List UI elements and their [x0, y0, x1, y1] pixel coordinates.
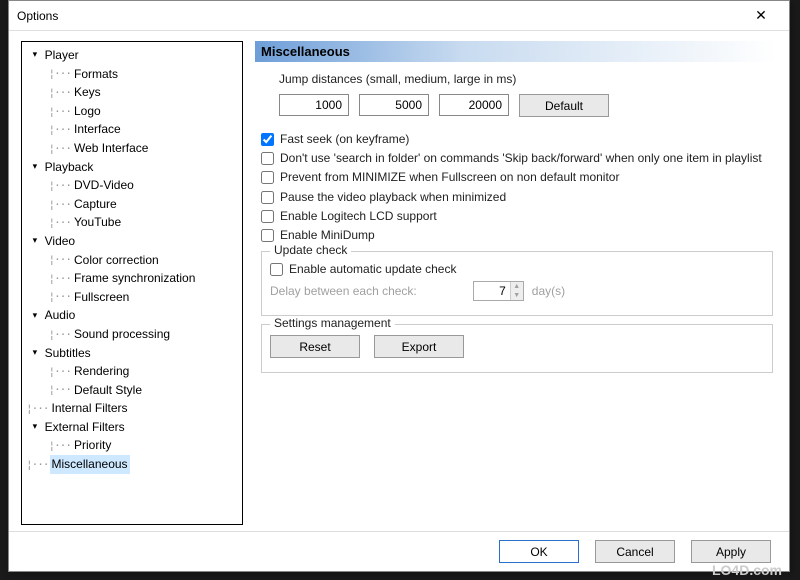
tree-rendering[interactable]: ¦···Rendering — [24, 362, 240, 381]
logitech-label: Enable Logitech LCD support — [280, 208, 437, 224]
tree-player[interactable]: ▾Player — [24, 46, 240, 65]
tree-capture[interactable]: ¦···Capture — [24, 195, 240, 214]
pause-checkbox[interactable] — [261, 191, 274, 204]
autoupdate-checkbox[interactable] — [270, 263, 283, 276]
pause-label: Pause the video playback when minimized — [280, 189, 506, 205]
settings-fieldset: Settings management Reset Export — [261, 324, 773, 373]
tree-defstyle[interactable]: ¦···Default Style — [24, 381, 240, 400]
fastseek-label: Fast seek (on keyframe) — [280, 131, 409, 147]
tree-dvd[interactable]: ¦···DVD-Video — [24, 176, 240, 195]
minidump-checkbox[interactable] — [261, 229, 274, 242]
settings-legend: Settings management — [270, 316, 395, 330]
tree-misc[interactable]: ¦···Miscellaneous — [24, 455, 240, 474]
options-dialog: Options ✕ ▾Player ¦···Formats ¦···Keys ¦… — [8, 0, 790, 572]
reset-button[interactable]: Reset — [270, 335, 360, 358]
section-title: Miscellaneous — [255, 41, 777, 62]
jump-large-input[interactable] — [439, 94, 509, 116]
ok-button[interactable]: OK — [499, 540, 579, 563]
dialog-footer: OK Cancel Apply — [9, 531, 789, 571]
jump-label: Jump distances (small, medium, large in … — [279, 72, 773, 86]
update-fieldset: Update check Enable automatic update che… — [261, 251, 773, 316]
nosearch-checkbox[interactable] — [261, 152, 274, 165]
prevent-checkbox[interactable] — [261, 171, 274, 184]
apply-button[interactable]: Apply — [691, 540, 771, 563]
tree-subtitles[interactable]: ▾Subtitles — [24, 344, 240, 363]
tree-color[interactable]: ¦···Color correction — [24, 251, 240, 270]
tree-priority[interactable]: ¦···Priority — [24, 436, 240, 455]
settings-panel: Miscellaneous Jump distances (small, med… — [255, 41, 777, 525]
tree-web-interface[interactable]: ¦···Web Interface — [24, 139, 240, 158]
minidump-label: Enable MiniDump — [280, 227, 375, 243]
window-title: Options — [17, 9, 741, 23]
jump-medium-input[interactable] — [359, 94, 429, 116]
jump-default-button[interactable]: Default — [519, 94, 609, 117]
tree-interface[interactable]: ¦···Interface — [24, 120, 240, 139]
panel-content: Jump distances (small, medium, large in … — [255, 62, 777, 377]
logitech-checkbox[interactable] — [261, 210, 274, 223]
delay-spinner[interactable]: ▲▼ — [473, 281, 524, 301]
delay-label: Delay between each check: — [270, 284, 417, 298]
tree-internal[interactable]: ¦···Internal Filters — [24, 399, 240, 418]
delay-input[interactable] — [474, 282, 510, 300]
update-legend: Update check — [270, 243, 351, 257]
prevent-label: Prevent from MINIMIZE when Fullscreen on… — [280, 169, 619, 185]
tree-keys[interactable]: ¦···Keys — [24, 83, 240, 102]
tree-audio[interactable]: ▾Audio — [24, 306, 240, 325]
spinner-up-icon[interactable]: ▲ — [511, 282, 523, 291]
cancel-button[interactable]: Cancel — [595, 540, 675, 563]
tree-fullscreen[interactable]: ¦···Fullscreen — [24, 288, 240, 307]
dialog-body: ▾Player ¦···Formats ¦···Keys ¦···Logo ¦·… — [9, 31, 789, 531]
category-tree: ▾Player ¦···Formats ¦···Keys ¦···Logo ¦·… — [21, 41, 243, 525]
jump-row: Default — [279, 94, 773, 117]
autoupdate-label: Enable automatic update check — [289, 261, 456, 277]
days-label: day(s) — [532, 284, 565, 298]
tree-logo[interactable]: ¦···Logo — [24, 102, 240, 121]
close-icon[interactable]: ✕ — [741, 7, 781, 24]
tree-external[interactable]: ▾External Filters — [24, 418, 240, 437]
tree-sound[interactable]: ¦···Sound processing — [24, 325, 240, 344]
tree-formats[interactable]: ¦···Formats — [24, 65, 240, 84]
jump-small-input[interactable] — [279, 94, 349, 116]
tree-youtube[interactable]: ¦···YouTube — [24, 213, 240, 232]
nosearch-label: Don't use 'search in folder' on commands… — [280, 150, 762, 166]
spinner-down-icon[interactable]: ▼ — [511, 291, 523, 300]
export-button[interactable]: Export — [374, 335, 464, 358]
tree-video[interactable]: ▾Video — [24, 232, 240, 251]
tree-framesync[interactable]: ¦···Frame synchronization — [24, 269, 240, 288]
titlebar: Options ✕ — [9, 1, 789, 31]
fastseek-checkbox[interactable] — [261, 133, 274, 146]
tree-playback[interactable]: ▾Playback — [24, 158, 240, 177]
